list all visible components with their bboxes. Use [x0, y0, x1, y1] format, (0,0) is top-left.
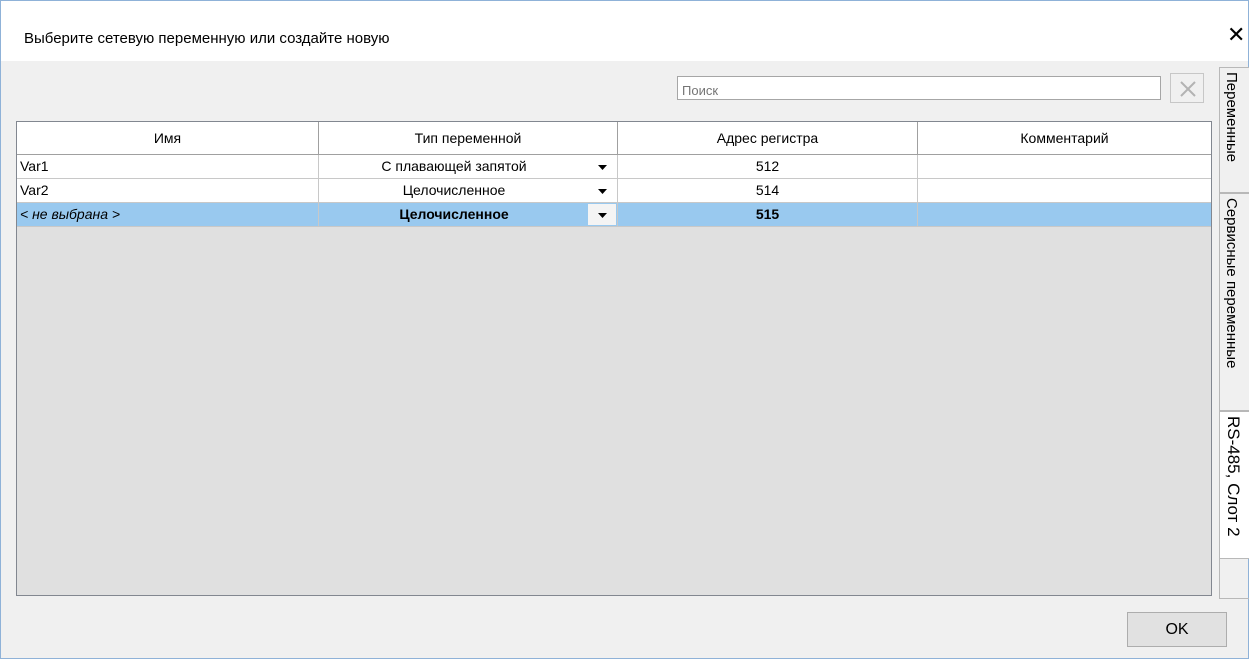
dialog-title: Выберите сетевую переменную или создайте… — [24, 30, 390, 47]
cell-address[interactable]: 514 — [618, 179, 918, 203]
column-header-address[interactable]: Адрес регистра — [618, 122, 918, 155]
tab-variables-label: Переменные — [1223, 72, 1240, 163]
column-header-name[interactable]: Имя — [17, 122, 319, 155]
search-clear-button[interactable] — [1170, 73, 1204, 103]
cell-name[interactable]: Var2 — [17, 179, 319, 203]
cell-comment[interactable] — [918, 155, 1211, 179]
cell-address[interactable]: 515 — [618, 203, 918, 227]
cell-type[interactable]: Целочисленное — [319, 179, 618, 203]
cell-type-value: Целочисленное — [399, 206, 509, 222]
tab-strip-filler — [1219, 559, 1249, 599]
table-row[interactable]: Var2 Целочисленное 514 — [17, 179, 1211, 203]
title-bar: Выберите сетевую переменную или создайте… — [1, 1, 1248, 61]
tab-rs485-slot2[interactable]: RS-485, Слот 2 — [1219, 411, 1249, 559]
dropdown-arrow-icon[interactable] — [588, 180, 616, 201]
cell-name[interactable]: < не выбрана > — [17, 203, 319, 227]
dropdown-arrow-icon[interactable] — [588, 156, 616, 177]
column-header-comment[interactable]: Комментарий — [918, 122, 1211, 155]
cell-name[interactable]: Var1 — [17, 155, 319, 179]
table-row[interactable]: Var1 С плавающей запятой 512 — [17, 155, 1211, 179]
cell-address[interactable]: 512 — [618, 155, 918, 179]
cell-type-value: С плавающей запятой — [381, 158, 527, 174]
dropdown-arrow-icon[interactable] — [588, 204, 616, 225]
close-icon[interactable]: ✕ — [1227, 25, 1245, 47]
ok-button[interactable]: OK — [1127, 612, 1227, 647]
tab-service-variables[interactable]: Сервисные переменные — [1219, 193, 1249, 411]
tab-variables[interactable]: Переменные — [1219, 67, 1249, 193]
tab-service-variables-label: Сервисные переменные — [1223, 198, 1240, 369]
close-icon — [1180, 81, 1196, 97]
tab-rs485-slot2-label: RS-485, Слот 2 — [1224, 416, 1243, 537]
dialog-window: Выберите сетевую переменную или создайте… — [0, 0, 1249, 659]
side-tab-strip: Переменные Сервисные переменные RS-485, … — [1219, 67, 1249, 607]
cell-comment[interactable] — [918, 203, 1211, 227]
cell-comment[interactable] — [918, 179, 1211, 203]
cell-type[interactable]: С плавающей запятой — [319, 155, 618, 179]
column-header-type[interactable]: Тип переменной — [319, 122, 618, 155]
cell-type-value: Целочисленное — [402, 182, 506, 198]
search-input[interactable] — [677, 76, 1161, 100]
table-row-selected[interactable]: < не выбрана > Целочисленное 515 — [17, 203, 1211, 227]
variables-table: Имя Тип переменной Адрес регистра Коммен… — [16, 121, 1212, 596]
cell-type[interactable]: Целочисленное — [319, 203, 618, 227]
